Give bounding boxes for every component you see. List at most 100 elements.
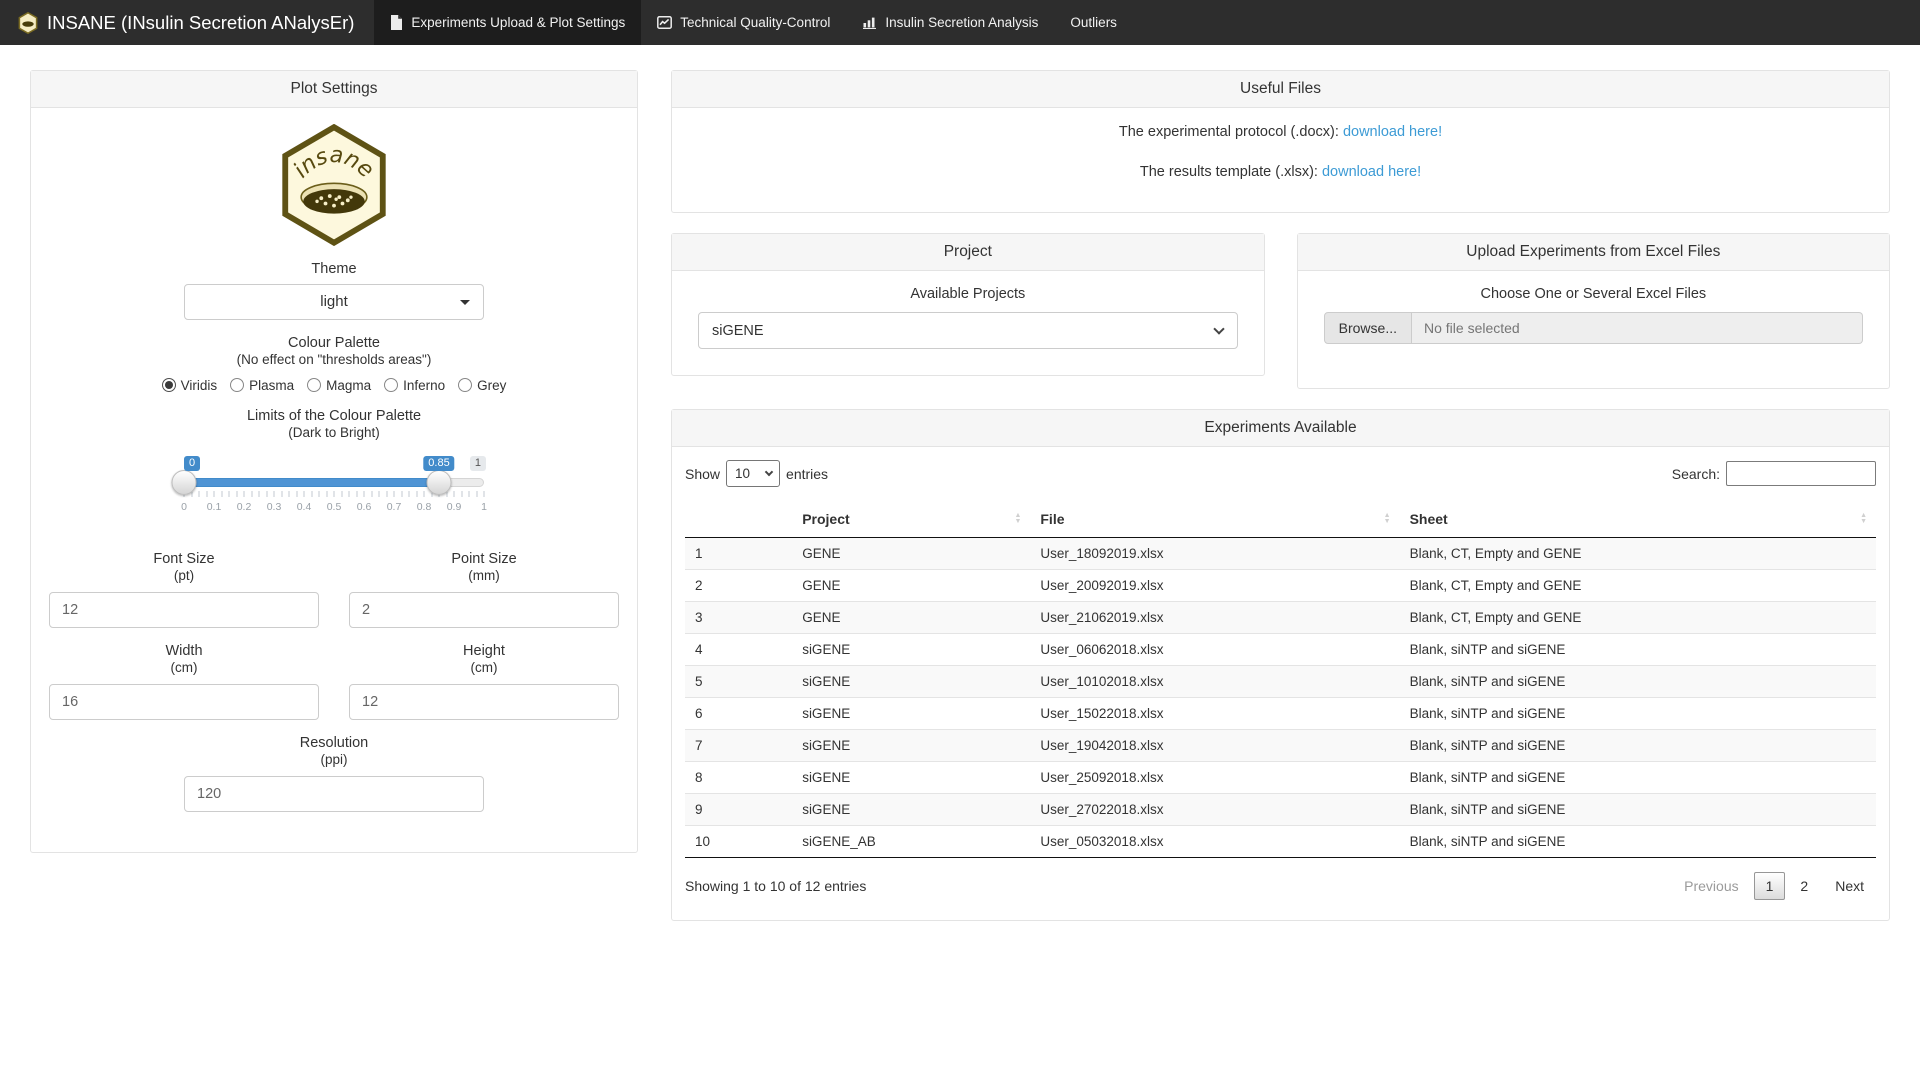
browse-button[interactable]: Browse... <box>1324 312 1412 344</box>
entries-label: entries <box>786 466 828 482</box>
slider-bar <box>184 478 439 487</box>
slider-grid: 00.10.20.30.40.50.60.70.80.91 <box>184 491 484 521</box>
nav-tab-0[interactable]: Experiments Upload & Plot Settings <box>374 0 641 45</box>
cell-project: siGENE_AB <box>792 826 1030 858</box>
file-icon <box>390 15 403 30</box>
nav-tab-2[interactable]: Insulin Secretion Analysis <box>846 0 1054 45</box>
table-row[interactable]: 10siGENE_ABUser_05032018.xlsxBlank, siNT… <box>685 826 1876 858</box>
cell-file: User_21062019.xlsx <box>1030 602 1399 634</box>
table-row[interactable]: 9siGENEUser_27022018.xlsxBlank, siNTP an… <box>685 794 1876 826</box>
nav-tab-label: Technical Quality-Control <box>680 15 830 30</box>
row-index: 7 <box>685 730 792 762</box>
protocol-text: The experimental protocol (.docx): <box>1119 124 1343 140</box>
radio-viridis[interactable]: Viridis <box>162 378 218 393</box>
cell-project: siGENE <box>792 666 1030 698</box>
radio-plasma[interactable]: Plasma <box>230 378 294 393</box>
cell-file: User_06062018.xlsx <box>1030 634 1399 666</box>
slider-handle-to[interactable] <box>427 470 452 495</box>
slider-from-value: 0 <box>184 456 200 471</box>
plot-settings-panel: Plot Settings insane Theme light <box>30 70 638 853</box>
column-header-sheet[interactable]: Sheet▲▼ <box>1400 501 1876 538</box>
table-row[interactable]: 2GENEUser_20092019.xlsxBlank, CT, Empty … <box>685 570 1876 602</box>
row-index: 2 <box>685 570 792 602</box>
cell-file: User_15022018.xlsx <box>1030 698 1399 730</box>
height-field: Height (cm) <box>349 628 619 720</box>
cell-sheet: Blank, siNTP and siGENE <box>1400 730 1876 762</box>
nav-tab-3[interactable]: Outliers <box>1054 0 1133 45</box>
palette-label: Colour Palette <box>47 335 621 351</box>
cell-file: User_19042018.xlsx <box>1030 730 1399 762</box>
experiments-panel: Experiments Available Show 10 entries Se… <box>671 409 1890 921</box>
previous-page-button[interactable]: Previous <box>1672 872 1750 900</box>
protocol-download-link[interactable]: download here! <box>1343 124 1442 140</box>
limits-label: Limits of the Colour Palette <box>47 408 621 424</box>
template-text: The results template (.xlsx): <box>1140 164 1322 180</box>
pagination: Previous 12 Next <box>1669 872 1876 900</box>
width-label: Width <box>49 643 319 659</box>
radio-label: Magma <box>326 378 371 393</box>
radio-magma[interactable]: Magma <box>307 378 371 393</box>
cell-file: User_10102018.xlsx <box>1030 666 1399 698</box>
column-header-label: Sheet <box>1410 511 1448 527</box>
sort-arrows-icon: ▲▼ <box>1384 513 1391 525</box>
slider-handle-from[interactable] <box>172 470 197 495</box>
cell-file: User_05032018.xlsx <box>1030 826 1399 858</box>
page-button-1[interactable]: 1 <box>1754 872 1786 900</box>
next-page-button[interactable]: Next <box>1823 872 1876 900</box>
chevron-down-icon <box>1213 323 1224 334</box>
nav-tab-label: Experiments Upload & Plot Settings <box>411 15 625 30</box>
search-input[interactable] <box>1726 461 1876 486</box>
cell-file: User_18092019.xlsx <box>1030 538 1399 570</box>
theme-select[interactable]: light <box>184 284 484 320</box>
table-row[interactable]: 4siGENEUser_06062018.xlsxBlank, siNTP an… <box>685 634 1876 666</box>
caret-down-icon <box>460 300 470 305</box>
search-control: Search: <box>1672 461 1876 486</box>
resolution-input[interactable] <box>184 776 484 812</box>
row-index: 3 <box>685 602 792 634</box>
useful-files-title: Useful Files <box>672 71 1889 108</box>
cell-sheet: Blank, CT, Empty and GENE <box>1400 602 1876 634</box>
table-row[interactable]: 6siGENEUser_15022018.xlsxBlank, siNTP an… <box>685 698 1876 730</box>
nav-tab-label: Outliers <box>1070 15 1117 30</box>
table-row[interactable]: 5siGENEUser_10102018.xlsxBlank, siNTP an… <box>685 666 1876 698</box>
project-selected-value: siGENE <box>712 323 764 339</box>
height-unit: (cm) <box>349 660 619 675</box>
column-header-project[interactable]: Project▲▼ <box>792 501 1030 538</box>
radio-button-icon <box>162 378 176 392</box>
page-length-select[interactable]: 10 <box>726 460 780 487</box>
font-size-input[interactable] <box>49 592 319 628</box>
column-header-label: Project <box>802 511 849 527</box>
brand-hexagon-icon <box>18 12 38 34</box>
file-name-field[interactable] <box>1412 312 1863 344</box>
cell-sheet: Blank, siNTP and siGENE <box>1400 698 1876 730</box>
resolution-label: Resolution <box>47 735 621 751</box>
app-brand[interactable]: INSANE (INsulin Secretion ANalysEr) <box>0 0 374 45</box>
point-size-unit: (mm) <box>349 568 619 583</box>
page-button-2[interactable]: 2 <box>1788 872 1820 900</box>
radio-button-icon <box>230 378 244 392</box>
plot-settings-title: Plot Settings <box>31 71 637 108</box>
table-row[interactable]: 8siGENEUser_25092018.xlsxBlank, siNTP an… <box>685 762 1876 794</box>
available-projects-select[interactable]: siGENE <box>698 312 1238 349</box>
palette-radio-group: Viridis Plasma Magma Inferno Grey <box>47 378 621 393</box>
radio-label: Grey <box>477 378 506 393</box>
page-length-value: 10 <box>735 466 750 481</box>
point-size-input[interactable] <box>349 592 619 628</box>
width-input[interactable] <box>49 684 319 720</box>
limits-note: (Dark to Bright) <box>47 425 621 440</box>
template-download-link[interactable]: download here! <box>1322 164 1421 180</box>
nav-tabs: Experiments Upload & Plot Settings Techni… <box>374 0 1133 45</box>
table-row[interactable]: 1GENEUser_18092019.xlsxBlank, CT, Empty … <box>685 538 1876 570</box>
radio-inferno[interactable]: Inferno <box>384 378 445 393</box>
table-row[interactable]: 7siGENEUser_19042018.xlsxBlank, siNTP an… <box>685 730 1876 762</box>
cell-sheet: Blank, CT, Empty and GENE <box>1400 570 1876 602</box>
resolution-unit: (ppi) <box>47 752 621 767</box>
cell-project: siGENE <box>792 794 1030 826</box>
nav-tab-1[interactable]: Technical Quality-Control <box>641 0 846 45</box>
column-header-file[interactable]: File▲▼ <box>1030 501 1399 538</box>
cell-project: GENE <box>792 538 1030 570</box>
radio-grey[interactable]: Grey <box>458 378 506 393</box>
column-header-index[interactable] <box>685 501 792 538</box>
height-input[interactable] <box>349 684 619 720</box>
table-row[interactable]: 3GENEUser_21062019.xlsxBlank, CT, Empty … <box>685 602 1876 634</box>
